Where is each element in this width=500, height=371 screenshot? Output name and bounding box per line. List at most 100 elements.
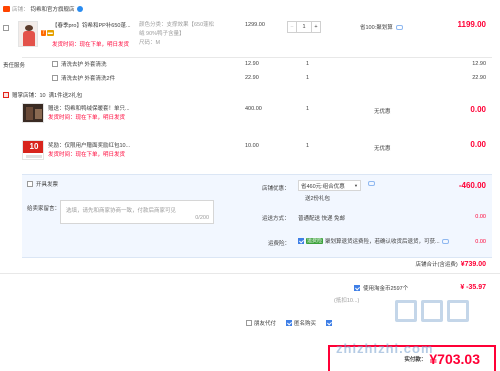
gift-thumb-number: 10 bbox=[23, 141, 43, 153]
message-label: 给卖家留言： bbox=[27, 206, 61, 212]
qty-plus-button[interactable]: + bbox=[311, 22, 320, 32]
discount-tip-icon[interactable] bbox=[395, 24, 403, 30]
gift-section-label: 赠掌店铺：10 bbox=[12, 93, 46, 99]
item-price: 1299.00 bbox=[245, 22, 265, 28]
insurance-label: 运费险： bbox=[268, 241, 291, 247]
gift-subtotal: 0.00 bbox=[470, 140, 486, 149]
promo-info-icon[interactable] bbox=[368, 181, 375, 186]
gift-title[interactable]: 奖励：仅限用户赠面奖励红包10... bbox=[48, 141, 140, 149]
service-qty: 1 bbox=[306, 75, 310, 81]
gift-ship-note: 发货时间：现在下单，明日发货 bbox=[48, 152, 126, 158]
shop-icon bbox=[3, 6, 10, 12]
message-placeholder: 选填，请先和商家协商一致，付款后商家可见 bbox=[66, 208, 177, 214]
qty-value[interactable]: 1 bbox=[297, 22, 311, 32]
service-title: 责任服务 bbox=[3, 63, 26, 69]
insurance-option[interactable]: 运费险 聚划算退货运费险，若确认收货后退货，可获... bbox=[298, 237, 449, 245]
gift-section-text: 满1件送2礼包 bbox=[48, 93, 83, 99]
redpacket-value: ¥ -35.97 bbox=[460, 284, 486, 291]
insurance-info-icon[interactable] bbox=[441, 238, 449, 244]
service-price: 12.90 bbox=[245, 61, 259, 67]
pay-other-label: 朋友代付 bbox=[254, 321, 277, 327]
service-checkbox[interactable] bbox=[52, 61, 58, 67]
promo-select[interactable]: 省460元:组合优惠 ▼ bbox=[298, 180, 361, 191]
item-spec: 颜色分类：支撑效果【650蓬松 绒 90%鸭子含量】 尺码：M bbox=[139, 21, 214, 48]
item-subtotal: 1199.00 bbox=[457, 20, 486, 29]
coin-checkbox[interactable] bbox=[354, 285, 360, 291]
badge-icon: 7 bbox=[41, 30, 46, 36]
anon-option[interactable]: 匿名购买 bbox=[286, 319, 316, 327]
item-ship-note: 发货时间：现在下单，明日发货 bbox=[52, 42, 130, 48]
watermark-text: zhizhizhi.com bbox=[336, 341, 434, 356]
gift-qty: 1 bbox=[306, 106, 310, 112]
item-badges: 7 ▬ bbox=[41, 30, 54, 36]
promo-value: -460.00 bbox=[458, 181, 486, 190]
service-option-label: 清洗去护 外套清洗 bbox=[61, 62, 107, 68]
store-total-value: ¥739.00 bbox=[460, 261, 486, 268]
wangwang-icon[interactable] bbox=[76, 6, 83, 12]
redpacket-text: 使用淘金币2597个 bbox=[363, 286, 409, 292]
shipping-text: 普通配送 快递 免邮 bbox=[298, 216, 346, 222]
anon-checkbox[interactable] bbox=[286, 320, 293, 326]
divider bbox=[0, 273, 500, 274]
service-option-2[interactable]: 清洗去护 外套清洗2件 bbox=[52, 74, 115, 82]
gift-thumbnail[interactable] bbox=[22, 103, 44, 123]
gift-price: 400.00 bbox=[245, 106, 262, 112]
invoice-option[interactable]: 开具发票 bbox=[27, 180, 58, 188]
message-count: 0/200 bbox=[195, 215, 209, 221]
spec-color-cont: 绒 90%鸭子含量】 bbox=[139, 31, 185, 37]
item-discount-text: 省100:聚划算 bbox=[360, 25, 393, 31]
promo-select-value: 省460元:组合优惠 bbox=[301, 183, 345, 190]
gift-ship-note: 发货时间：现在下单，明日发货 bbox=[48, 115, 126, 121]
pay-other-option[interactable]: 朋友代付 bbox=[246, 319, 276, 327]
spec-size: 尺码：M bbox=[139, 40, 161, 46]
quantity-stepper[interactable]: − 1 + bbox=[287, 21, 321, 33]
insurance-value: 0.00 bbox=[475, 239, 486, 245]
gift-delivery: 无优惠 bbox=[374, 109, 391, 115]
insurance-text: 聚划算退货运费险，若确认收货后退货，可获... bbox=[325, 239, 440, 245]
grand-total-label: 实付款： bbox=[404, 357, 427, 363]
gift-thumbnail[interactable]: 10 bbox=[22, 140, 44, 160]
invoice-checkbox[interactable] bbox=[27, 181, 33, 187]
insurance-badge: 运费险 bbox=[306, 238, 324, 244]
gift-qty: 1 bbox=[306, 143, 310, 149]
store-total-label: 店铺合计(含运费) bbox=[415, 262, 458, 268]
shipping-label: 运送方式： bbox=[262, 216, 290, 222]
pay-options: 朋友代付 匿名购买 bbox=[246, 319, 333, 327]
gift-title[interactable]: 赠送：钧希和鸭绒保暖套！单只... bbox=[48, 104, 140, 112]
gift-price: 10.00 bbox=[245, 143, 259, 149]
promo-sub: 送2份礼包 bbox=[305, 196, 331, 202]
spec-color: 颜色分类：支撑效果【650蓬松 bbox=[139, 22, 215, 28]
extra-checkbox[interactable] bbox=[326, 320, 333, 326]
service-option-label: 清洗去护 外套清洗2件 bbox=[61, 76, 116, 82]
qty-minus-button[interactable]: − bbox=[288, 22, 297, 32]
service-option-1[interactable]: 清洗去护 外套清洗 bbox=[52, 60, 107, 68]
anon-label: 匿名购买 bbox=[294, 321, 317, 327]
product-thumbnail[interactable] bbox=[18, 21, 38, 47]
shop-header: 店铺： 钧希和官方旗舰店 bbox=[3, 4, 83, 14]
service-subtotal: 12.90 bbox=[472, 61, 486, 67]
message-input[interactable]: 选填，请先和商家协商一致，付款后商家可见 0/200 bbox=[60, 200, 214, 224]
service-checkbox[interactable] bbox=[52, 75, 58, 81]
service-qty: 1 bbox=[306, 61, 310, 67]
gift-subtotal: 0.00 bbox=[470, 105, 486, 114]
store-total: 店铺合计(含运费) ¥739.00 bbox=[416, 260, 486, 268]
insurance-checkbox[interactable] bbox=[298, 238, 304, 244]
item-checkbox[interactable] bbox=[3, 25, 9, 31]
pay-other-checkbox[interactable] bbox=[246, 320, 252, 326]
redpacket-option[interactable]: 使用淘金币2597个 bbox=[354, 284, 408, 292]
divider bbox=[22, 57, 492, 58]
shop-name-link[interactable]: 钧希和官方旗舰店 bbox=[31, 5, 75, 13]
promo-label: 店铺优惠： bbox=[262, 186, 290, 192]
shipping-value: 0.00 bbox=[475, 214, 486, 220]
gift-section-header: 赠掌店铺：10 满1件送2礼包 bbox=[3, 91, 82, 99]
item-title[interactable]: 【春季pro】钧希和PP补650蓬... bbox=[52, 21, 132, 29]
gift-icon bbox=[3, 92, 9, 98]
invoice-label: 开具发票 bbox=[36, 182, 59, 188]
item-discount: 省100:聚划算 bbox=[360, 23, 403, 31]
watermark-logo bbox=[395, 300, 469, 322]
card-icon: ▬ bbox=[46, 30, 54, 36]
service-price: 22.90 bbox=[245, 75, 259, 81]
chevron-down-icon: ▼ bbox=[354, 183, 358, 188]
gift-delivery: 无优惠 bbox=[374, 146, 391, 152]
service-subtotal: 22.90 bbox=[472, 75, 486, 81]
